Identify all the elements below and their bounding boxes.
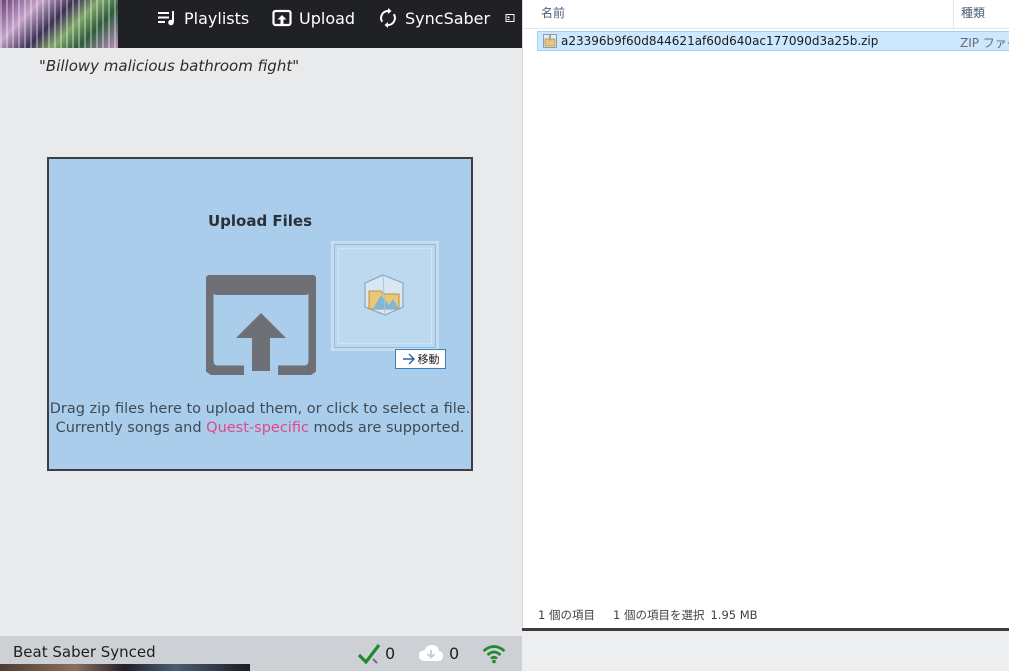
arrow-right-icon <box>402 353 415 365</box>
download-count: 0 <box>449 644 460 663</box>
synced-count: 0 <box>385 644 396 663</box>
drag-action-label: 移動 <box>417 353 440 366</box>
upload-large-icon <box>206 275 316 375</box>
nav-playlists-label: Playlists <box>184 8 250 28</box>
upload-support-note: Currently songs and Quest-specific mods … <box>49 420 471 436</box>
file-explorer-window: ^ 名前 種類 a23396b9f60d844621af60d640ac1770… <box>522 0 1009 628</box>
column-divider[interactable] <box>953 0 954 28</box>
background-area <box>522 631 1009 671</box>
file-row[interactable]: a23396b9f60d844621af60d640ac177090d3a25b… <box>537 31 1009 51</box>
drag-action-badge: 移動 <box>395 349 446 369</box>
upload-instructions: Drag zip files here to upload them, or c… <box>49 401 471 417</box>
selection-size: 1.95 MB <box>710 608 758 622</box>
column-type-header[interactable]: 種類 <box>961 4 985 21</box>
upload-title: Upload Files <box>207 212 313 230</box>
file-type: ZIP ファイル <box>960 36 1009 50</box>
nav-syncsaber-label: SyncSaber <box>405 8 491 28</box>
song-thumbnail-strip <box>0 664 250 671</box>
explorer-status-bar: 1 個の項目 1 個の項目を選択 1.95 MB <box>538 607 776 623</box>
column-name-header[interactable]: 名前 <box>541 4 565 21</box>
nav-upload[interactable]: Upload <box>272 0 355 36</box>
upload-dropzone[interactable]: Upload Files 移動 Drag zip files here to u… <box>47 157 473 471</box>
nav-playlists[interactable]: Playlists <box>157 0 249 36</box>
sort-caret-icon: ^ <box>739 0 749 7</box>
file-name: a23396b9f60d844621af60d640ac177090d3a25b… <box>561 34 879 48</box>
playlist-icon <box>158 11 174 26</box>
nav-more[interactable] <box>505 0 522 36</box>
support-note-suffix: mods are supported. <box>308 420 465 436</box>
song-cover-art <box>0 0 118 48</box>
zip-file-icon <box>364 274 404 316</box>
check-icon <box>357 644 381 665</box>
sync-icon <box>380 8 396 28</box>
nav-syncsaber[interactable]: SyncSaber <box>378 0 490 36</box>
nav-upload-label: Upload <box>299 8 356 28</box>
upload-icon <box>272 9 292 27</box>
selection-count: 1 個の項目を選択 <box>612 608 705 622</box>
column-header: ^ 名前 種類 <box>523 0 1009 29</box>
top-navigation-bar: Playlists Upload SyncSaber <box>0 0 522 48</box>
quest-specific-link[interactable]: Quest-specific <box>206 420 309 436</box>
drag-preview <box>334 244 436 348</box>
support-note-prefix: Currently songs and <box>55 420 207 436</box>
app-name: Beat Saber Synced <box>13 643 156 661</box>
wifi-icon <box>482 645 506 664</box>
bmbf-app: Playlists Upload SyncSaber "Billowy mali… <box>0 0 522 671</box>
item-count: 1 個の項目 <box>538 608 595 622</box>
grid-icon <box>505 14 515 22</box>
cloud-download-icon <box>419 645 443 661</box>
zip-file-icon <box>543 34 557 48</box>
song-quote: "Billowy malicious bathroom fight" <box>39 57 300 75</box>
